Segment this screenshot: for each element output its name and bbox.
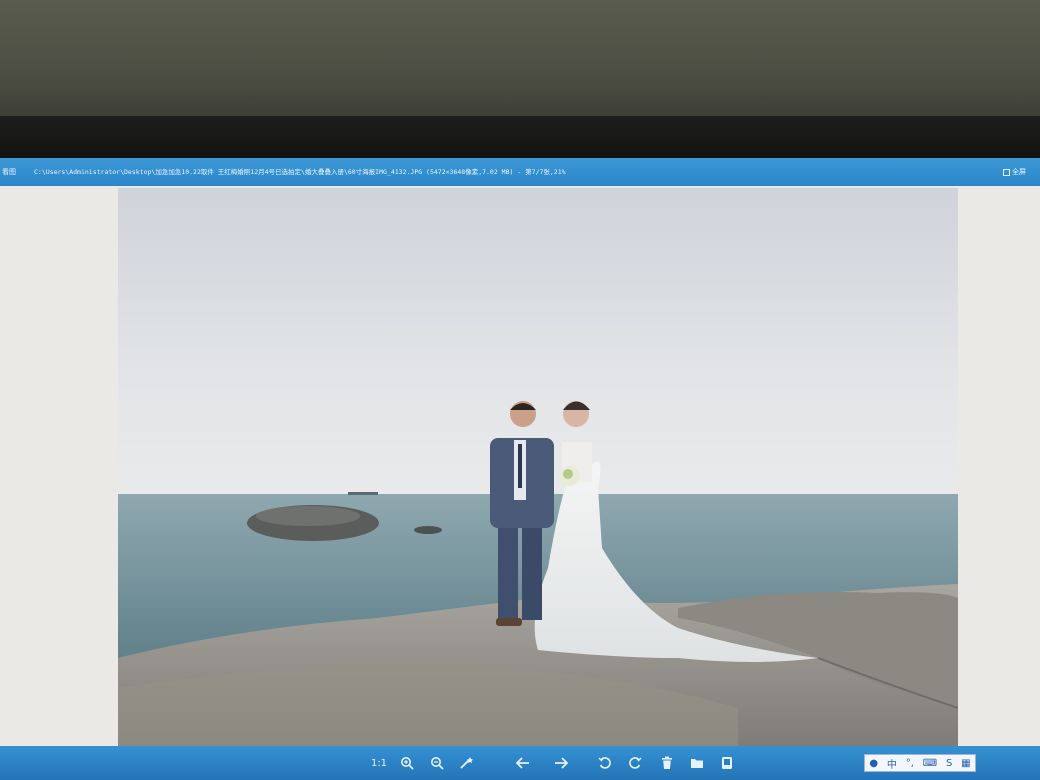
open-folder-button[interactable] <box>688 754 706 772</box>
zoom-out-button[interactable] <box>428 754 446 772</box>
ime-punct-toggle[interactable]: °, <box>906 758 914 769</box>
ime-keyboard-icon[interactable]: ⌨ <box>923 758 937 769</box>
arrow-left-icon <box>516 757 529 769</box>
delete-button[interactable] <box>658 754 676 772</box>
title-bar[interactable]: 看图 C:\Users\Administrator\Desktop\加急加急10… <box>0 158 1040 186</box>
screen: 看图 C:\Users\Administrator\Desktop\加急加急10… <box>0 158 1040 780</box>
ime-logo-icon: ● <box>869 757 879 769</box>
actual-size-label: 1:1 <box>370 757 388 769</box>
trash-icon <box>662 756 672 769</box>
ime-settings-icon[interactable]: ▦ <box>961 758 970 769</box>
rotate-ccw-icon <box>598 757 611 769</box>
zoom-in-button[interactable] <box>398 754 416 772</box>
folder-icon <box>691 759 703 768</box>
copy-icon <box>722 757 732 769</box>
edit-button[interactable] <box>458 754 476 772</box>
fullscreen-label: 全屏 <box>1012 168 1026 176</box>
background-wall <box>0 0 1040 120</box>
actual-size-button[interactable]: 1:1 <box>368 754 390 772</box>
rotate-left-button[interactable] <box>596 754 614 772</box>
next-button[interactable] <box>552 754 570 772</box>
zoom-out-icon <box>431 757 444 770</box>
ime-skin-toggle[interactable]: S <box>946 758 952 769</box>
wedding-photo <box>118 188 958 748</box>
photo-render <box>118 188 958 748</box>
viewer-toolbar: 1:1 ● 中 °, ⌨ S ▦ <box>0 746 1040 780</box>
image-viewport[interactable] <box>0 186 1040 748</box>
ime-status-bar[interactable]: ● 中 °, ⌨ S ▦ <box>864 754 976 772</box>
magic-wand-icon <box>460 757 473 769</box>
app-label: 看图 <box>2 168 16 176</box>
rotate-right-button[interactable] <box>626 754 644 772</box>
fullscreen-button[interactable]: 全屏 <box>1003 158 1026 186</box>
file-path-title: C:\Users\Administrator\Desktop\加急加急10.22… <box>34 168 566 176</box>
zoom-in-icon <box>401 757 414 770</box>
ime-language-toggle[interactable]: 中 <box>887 756 897 771</box>
prev-button[interactable] <box>514 754 532 772</box>
more-button[interactable] <box>718 754 736 772</box>
rotate-cw-icon <box>629 757 642 769</box>
fullscreen-icon <box>1003 168 1010 176</box>
arrow-right-icon <box>555 757 568 769</box>
monitor-bezel <box>0 116 1040 160</box>
